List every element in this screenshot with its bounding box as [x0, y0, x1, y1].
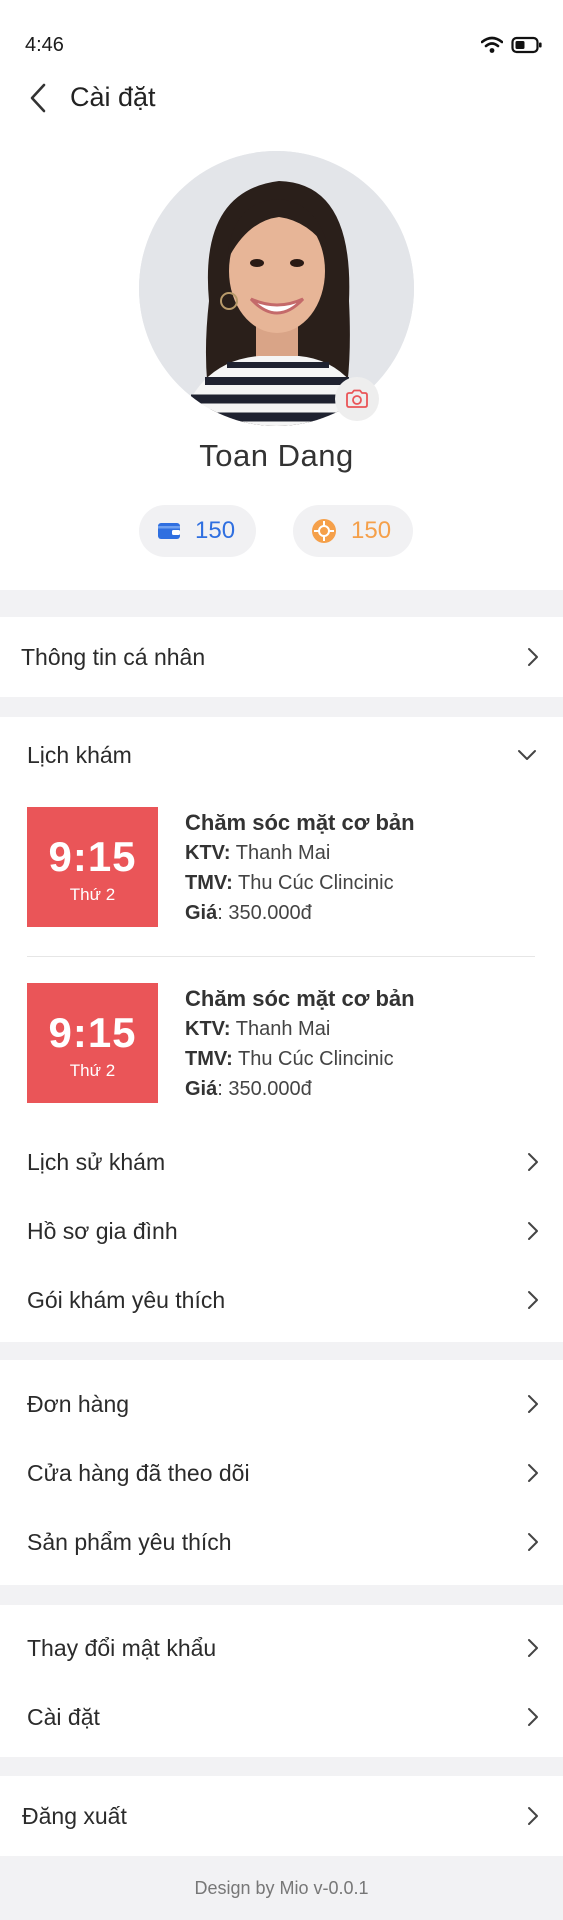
- back-button[interactable]: [20, 80, 56, 116]
- page-title: Cài đặt: [70, 82, 156, 112]
- ktv-value: Thanh Mai: [235, 1018, 331, 1040]
- ktv-label: KTV:: [185, 842, 231, 864]
- status-time: 4:46: [25, 34, 64, 56]
- ktv-value: Thanh Mai: [235, 842, 331, 864]
- favorite-packages-label: Gói khám yêu thích: [27, 1286, 226, 1313]
- family-record-label: Hồ sơ gia đình: [27, 1217, 178, 1244]
- tmv-label: TMV:: [185, 1048, 233, 1070]
- settings-label: Cài đặt: [27, 1703, 100, 1730]
- chevron-right-icon: [521, 1150, 545, 1174]
- appointment-info: Chăm sóc mặt cơ bản KTV: Thanh Mai TMV: …: [185, 986, 415, 1108]
- appointment-day: Thứ 2: [69, 885, 116, 904]
- avatar-container: [139, 151, 414, 426]
- change-password-row[interactable]: Thay đổi mật khẩu: [0, 1618, 563, 1678]
- price-value: : 350.000đ: [217, 902, 312, 924]
- chevron-right-icon: [521, 1288, 545, 1312]
- appointment-price: Giá: 350.000đ: [185, 902, 415, 932]
- personal-info-row[interactable]: Thông tin cá nhân: [0, 627, 563, 687]
- chevron-right-icon: [521, 1219, 545, 1243]
- followed-stores-row[interactable]: Cửa hàng đã theo dõi: [0, 1443, 563, 1503]
- appointment-tmv: TMV: Thu Cúc Clincinic: [185, 872, 415, 902]
- appointment-time-block: 9:15 Thứ 2: [27, 983, 158, 1103]
- price-label: Giá: [185, 1078, 218, 1100]
- coin-icon: [312, 519, 336, 543]
- change-password-label: Thay đổi mật khẩu: [27, 1634, 217, 1661]
- appointment-price: Giá: 350.000đ: [185, 1078, 415, 1108]
- appointment-title: Chăm sóc mặt cơ bản: [185, 810, 415, 835]
- settings-screen: 4:46 Cài đặt Toan Dang 150 150 Thông tin…: [0, 0, 563, 1920]
- history-label: Lịch sử khám: [27, 1148, 166, 1175]
- coin-balance-pill[interactable]: 150: [293, 505, 413, 557]
- logout-row[interactable]: Đăng xuất: [0, 1786, 563, 1846]
- personal-info-label: Thông tin cá nhân: [21, 643, 206, 670]
- change-avatar-button[interactable]: [335, 377, 379, 421]
- wallet-value: 150: [195, 517, 236, 544]
- personal-info-card: Thông tin cá nhân: [0, 617, 563, 697]
- chevron-right-icon: [521, 1392, 545, 1416]
- schedule-label: Lịch khám: [27, 741, 132, 768]
- profile-section: 4:46 Cài đặt Toan Dang 150 150: [0, 0, 563, 590]
- appointment-tmv: TMV: Thu Cúc Clincinic: [185, 1048, 415, 1078]
- logout-label: Đăng xuất: [22, 1802, 127, 1829]
- header: Cài đặt: [0, 78, 563, 120]
- chevron-right-icon: [521, 1705, 545, 1729]
- back-arrow-icon: [30, 83, 46, 113]
- appointment-time: 9:15: [48, 1009, 137, 1056]
- tmv-value: Thu Cúc Clincinic: [237, 872, 394, 894]
- schedule-toggle-row[interactable]: Lịch khám: [0, 725, 563, 785]
- favorite-packages-row[interactable]: Gói khám yêu thích: [0, 1270, 563, 1330]
- orders-label: Đơn hàng: [27, 1390, 130, 1417]
- chevron-right-icon: [521, 1804, 545, 1828]
- price-value: : 350.000đ: [217, 1078, 312, 1100]
- appointment-card[interactable]: 9:15 Thứ 2 Chăm sóc mặt cơ bản KTV: Than…: [27, 807, 537, 927]
- shopping-card: Đơn hàng Cửa hàng đã theo dõi Sản phẩm y…: [0, 1360, 563, 1585]
- appointment-title: Chăm sóc mặt cơ bản: [185, 986, 415, 1011]
- logout-card: Đăng xuất: [0, 1776, 563, 1856]
- family-record-row[interactable]: Hồ sơ gia đình: [0, 1201, 563, 1261]
- battery-icon: [511, 36, 542, 54]
- camera-icon: [346, 389, 368, 408]
- price-label: Giá: [185, 902, 218, 924]
- chevron-right-icon: [521, 645, 545, 669]
- tmv-label: TMV:: [185, 872, 233, 894]
- favorite-products-row[interactable]: Sản phẩm yêu thích: [0, 1512, 563, 1572]
- version-footer: Design by Mio v-0.0.1: [194, 1877, 369, 1898]
- settings-row[interactable]: Cài đặt: [0, 1687, 563, 1747]
- orders-row[interactable]: Đơn hàng: [0, 1374, 563, 1434]
- appointment-time: 9:15: [48, 833, 137, 880]
- status-icons: [481, 34, 543, 56]
- account-card: Thay đổi mật khẩu Cài đặt: [0, 1605, 563, 1757]
- chevron-down-icon: [515, 743, 539, 767]
- wallet-icon: [158, 523, 180, 539]
- wallet-balance-pill[interactable]: 150: [139, 505, 256, 557]
- chevron-right-icon: [521, 1461, 545, 1485]
- coin-value: 150: [351, 517, 392, 544]
- followed-stores-label: Cửa hàng đã theo dõi: [27, 1459, 250, 1486]
- appointment-time-block: 9:15 Thứ 2: [27, 807, 158, 927]
- chevron-right-icon: [521, 1530, 545, 1554]
- schedule-card: Lịch khám 9:15 Thứ 2 Chăm sóc mặt cơ bản…: [0, 717, 563, 1342]
- tmv-value: Thu Cúc Clincinic: [237, 1048, 394, 1070]
- user-name: Toan Dang: [199, 438, 354, 473]
- appointment-card[interactable]: 9:15 Thứ 2 Chăm sóc mặt cơ bản KTV: Than…: [27, 983, 537, 1103]
- appointment-ktv: KTV: Thanh Mai: [185, 1018, 415, 1048]
- appointment-ktv: KTV: Thanh Mai: [185, 842, 415, 872]
- ktv-label: KTV:: [185, 1018, 231, 1040]
- appointment-day: Thứ 2: [69, 1061, 116, 1080]
- favorite-products-label: Sản phẩm yêu thích: [27, 1528, 232, 1555]
- history-row[interactable]: Lịch sử khám: [0, 1132, 563, 1192]
- chevron-right-icon: [521, 1636, 545, 1660]
- divider: [27, 956, 535, 957]
- wifi-icon: [481, 36, 503, 53]
- appointment-info: Chăm sóc mặt cơ bản KTV: Thanh Mai TMV: …: [185, 810, 415, 932]
